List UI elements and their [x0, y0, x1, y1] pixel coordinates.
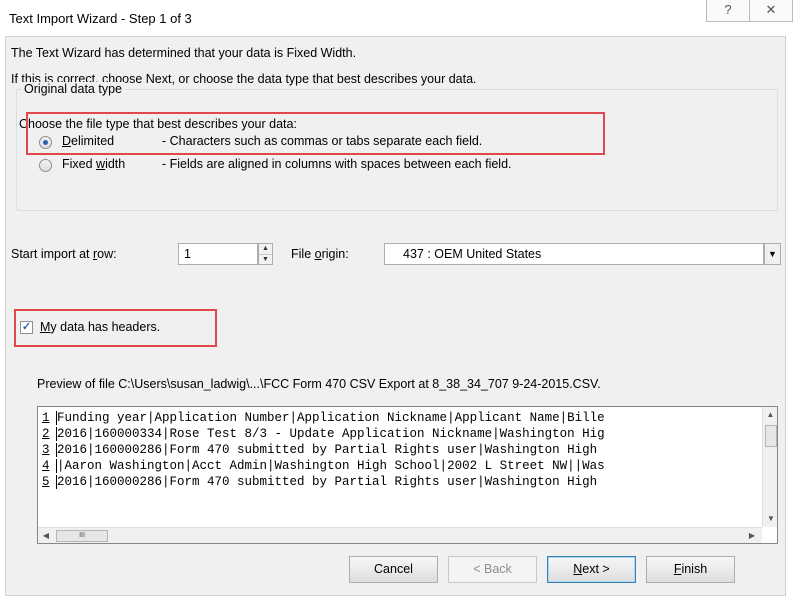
scroll-down-icon[interactable]: ▼ — [763, 511, 777, 527]
cancel-button[interactable]: Cancel — [349, 556, 438, 583]
spin-down-icon[interactable]: ▼ — [259, 254, 272, 264]
window-title: Text Import Wizard - Step 1 of 3 — [9, 11, 192, 26]
preview-caption: Preview of file C:\Users\susan_ladwig\..… — [37, 377, 601, 391]
file-origin-label: File origin: — [291, 247, 349, 261]
highlight-box-headers — [14, 309, 217, 347]
chevron-down-icon[interactable]: ▼ — [764, 243, 781, 265]
highlight-box-delimited — [26, 112, 605, 155]
group-label: Original data type — [21, 82, 125, 96]
scroll-up-icon[interactable]: ▲ — [763, 407, 777, 423]
fixed-width-radio[interactable] — [39, 159, 52, 172]
title-bar: Text Import Wizard - Step 1 of 3 ? ✕ — [0, 0, 794, 36]
close-icon: ✕ — [765, 2, 777, 17]
intro-line-1: The Text Wizard has determined that your… — [11, 46, 357, 60]
back-button[interactable]: < Back — [448, 556, 537, 583]
horizontal-scroll-thumb[interactable]: III — [56, 530, 108, 542]
preview-line: 4 |Aaron Washington|Acct Admin|Washington… — [42, 459, 605, 473]
vertical-scrollbar[interactable]: ▲ ▼ — [762, 407, 777, 527]
spin-up-icon[interactable]: ▲ — [259, 244, 272, 254]
scroll-left-icon[interactable]: ◀ — [38, 528, 54, 543]
horizontal-scrollbar[interactable]: ◀ III ▶ — [38, 527, 762, 543]
fixed-width-description: - Fields are aligned in columns with spa… — [162, 157, 512, 171]
preview-lines: 1 Funding year|Application Number|Applica… — [42, 410, 605, 490]
preview-line: 1 Funding year|Application Number|Applica… — [42, 411, 605, 425]
scroll-right-icon[interactable]: ▶ — [744, 528, 760, 543]
close-button[interactable]: ✕ — [749, 0, 793, 22]
vertical-scroll-thumb[interactable] — [765, 425, 777, 447]
preview-line: 5 2016|160000286|Form 470 submitted by Pa… — [42, 475, 605, 489]
start-row-label: Start import at row: — [11, 247, 117, 261]
finish-button[interactable]: Finish — [646, 556, 735, 583]
dialog-body: The Text Wizard has determined that your… — [5, 36, 786, 596]
file-origin-select[interactable]: 437 : OEM United States — [384, 243, 764, 265]
help-button[interactable]: ? — [706, 0, 750, 22]
help-icon: ? — [724, 2, 732, 17]
next-button[interactable]: Next > — [547, 556, 636, 583]
preview-line: 2 2016|160000334|Rose Test 8/3 - Update A… — [42, 427, 605, 441]
start-row-spinner[interactable]: ▲ ▼ — [258, 243, 273, 265]
preview-line: 3 2016|160000286|Form 470 submitted by Pa… — [42, 443, 605, 457]
fixed-width-label[interactable]: Fixed width — [62, 157, 125, 171]
start-row-input[interactable]: 1 — [178, 243, 258, 265]
preview-pane[interactable]: 1 Funding year|Application Number|Applica… — [37, 406, 778, 544]
